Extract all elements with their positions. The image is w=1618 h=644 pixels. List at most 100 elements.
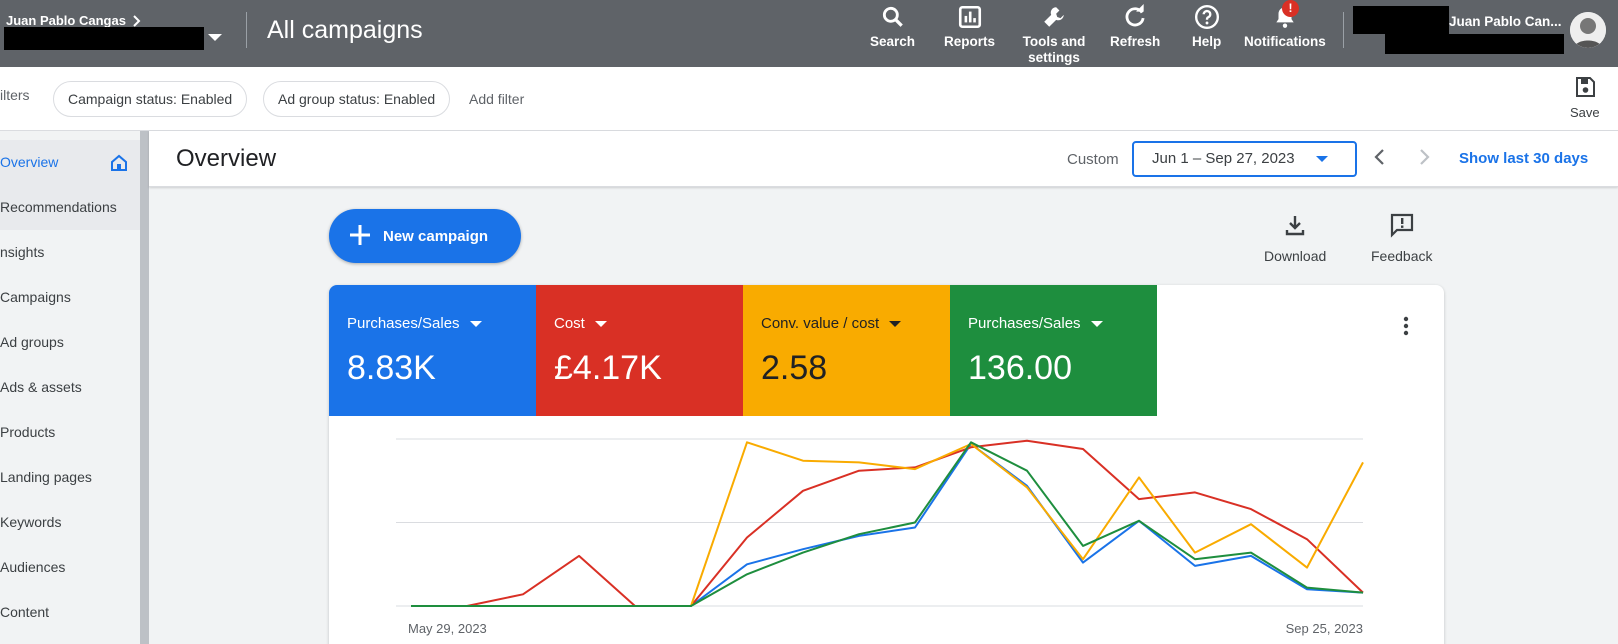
nav-reports-button[interactable]: Reports — [944, 4, 995, 50]
avatar[interactable] — [1570, 12, 1606, 48]
nav-help-button[interactable]: Help — [1192, 4, 1221, 50]
sidebar-item-audiences[interactable]: Audiences — [0, 545, 140, 590]
date-range-value: Jun 1 – Sep 27, 2023 — [1152, 150, 1295, 167]
caret-down-icon — [594, 320, 607, 327]
nav-refresh-button[interactable]: Refresh — [1110, 4, 1160, 50]
metric-selector[interactable]: Purchases/Sales — [347, 315, 482, 332]
nav-tools-button[interactable]: Tools and settings — [1019, 4, 1089, 66]
metric-value: 136.00 — [968, 349, 1072, 387]
redacted-account-id — [4, 27, 204, 50]
redacted-user-info — [1385, 34, 1564, 54]
chevron-right-icon — [133, 14, 141, 27]
notification-badge: ! — [1282, 0, 1299, 17]
sidebar: Overview Recommendations nsights Campaig… — [0, 131, 140, 644]
chevron-down-icon — [1316, 156, 1328, 162]
redacted-user-info — [1353, 6, 1449, 34]
feedback-icon — [1390, 213, 1413, 238]
nav-help-label: Help — [1192, 34, 1222, 49]
page-heading: All campaigns — [267, 16, 423, 44]
date-range-select[interactable]: Jun 1 – Sep 27, 2023 — [1132, 141, 1357, 177]
nav-reports-label: Reports — [944, 34, 996, 49]
sidebar-item-keywords[interactable]: Keywords — [0, 500, 140, 545]
sidebar-item-ads-assets[interactable]: Ads & assets — [0, 365, 140, 410]
avatar-image — [1570, 12, 1606, 48]
metric-tile-purchases[interactable]: Purchases/Sales 8.83K — [329, 285, 536, 416]
filter-chip-campaign-status[interactable]: Campaign status: Enabled — [53, 81, 248, 117]
divider — [246, 12, 247, 48]
metric-value: 8.83K — [347, 349, 436, 387]
wrench-icon — [1044, 7, 1064, 27]
search-icon — [882, 6, 903, 27]
nav-refresh-label: Refresh — [1110, 34, 1161, 49]
reports-icon — [958, 5, 981, 29]
feedback-button[interactable]: Feedback — [1371, 212, 1432, 264]
metric-tile-purchases-2[interactable]: Purchases/Sales 136.00 — [950, 285, 1157, 416]
nav-tools-label: Tools and settings — [1022, 34, 1086, 65]
sidebar-item-ad-groups[interactable]: Ad groups — [0, 320, 140, 365]
sidebar-item-overview[interactable]: Overview — [0, 140, 140, 185]
download-label: Download — [1264, 248, 1327, 264]
chevron-right-icon[interactable] — [1412, 145, 1436, 169]
filters-label: ilters — [0, 87, 30, 103]
metric-selector[interactable]: Cost — [554, 315, 607, 332]
add-filter-button[interactable]: Add filter — [469, 91, 524, 107]
metric-label: Cost — [554, 315, 585, 332]
sidebar-item-products[interactable]: Products — [0, 410, 140, 455]
page-title: Overview — [176, 145, 277, 172]
sidebar-resize-handle[interactable] — [140, 131, 149, 644]
metric-tile-conv-value-cost[interactable]: Conv. value / cost 2.58 — [743, 285, 950, 416]
new-campaign-label: New campaign — [383, 228, 489, 245]
filter-chip-ad-group-status[interactable]: Ad group status: Enabled — [263, 81, 451, 117]
metric-selector[interactable]: Purchases/Sales — [968, 315, 1103, 332]
more-options-icon[interactable] — [1403, 315, 1409, 337]
account-dropdown-icon[interactable] — [208, 34, 222, 41]
metric-tile-cost[interactable]: Cost £4.17K — [536, 285, 743, 416]
line-chart-svg: May 29, 2023 Sep 25, 2023 — [396, 438, 1364, 636]
plus-icon — [350, 225, 370, 245]
user-name[interactable]: Juan Pablo Can... — [1449, 14, 1562, 29]
home-icon — [111, 154, 127, 171]
sidebar-item-insights[interactable]: nsights — [0, 230, 140, 275]
show-last-30-days-link[interactable]: Show last 30 days — [1459, 150, 1588, 167]
caret-down-icon — [469, 320, 482, 327]
sidebar-item-landing-pages[interactable]: Landing pages — [0, 455, 140, 500]
nav-search-label: Search — [870, 34, 916, 49]
new-campaign-button[interactable]: New campaign — [329, 209, 521, 263]
caret-down-icon — [1090, 320, 1103, 327]
nav-search-button[interactable]: Search — [870, 4, 915, 50]
metric-value: 2.58 — [761, 349, 828, 387]
metric-value: £4.17K — [554, 349, 662, 387]
sidebar-item-label: Overview — [0, 154, 59, 170]
account-name-label[interactable]: Juan Pablo Cangas — [6, 13, 126, 28]
metric-label: Conv. value / cost — [761, 315, 880, 332]
x-axis-label-end: Sep 25, 2023 — [1286, 621, 1363, 636]
sidebar-item-recommendations[interactable]: Recommendations — [0, 185, 140, 230]
top-bar: Juan Pablo Cangas All campaigns Search R… — [0, 0, 1618, 67]
overview-header: Overview Custom Jun 1 – Sep 27, 2023 Sho… — [149, 131, 1618, 187]
date-range-type-label: Custom — [1067, 151, 1119, 168]
download-button[interactable]: Download — [1264, 212, 1326, 264]
series-line-3 — [411, 441, 1364, 607]
feedback-label: Feedback — [1371, 248, 1433, 264]
performance-card: Purchases/Sales 8.83K Cost £4.17K Conv. … — [329, 285, 1444, 644]
sidebar-item-content[interactable]: Content — [0, 590, 140, 635]
metric-label: Purchases/Sales — [347, 315, 460, 332]
metric-label: Purchases/Sales — [968, 315, 1081, 332]
metric-selector[interactable]: Conv. value / cost — [761, 315, 902, 332]
account-name[interactable]: Juan Pablo Cangas — [6, 13, 142, 28]
help-icon — [1194, 4, 1219, 30]
nav-notifications-label: Notifications — [1244, 34, 1326, 49]
caret-down-icon — [889, 320, 902, 327]
save-button[interactable]: Save — [1570, 75, 1600, 120]
save-label: Save — [1570, 105, 1600, 120]
sidebar-item-campaigns[interactable]: Campaigns — [0, 275, 140, 320]
divider — [1343, 12, 1344, 48]
download-icon — [1285, 216, 1305, 236]
line-chart: May 29, 2023 Sep 25, 2023 — [329, 416, 1444, 644]
x-axis-label-start: May 29, 2023 — [408, 621, 487, 636]
refresh-icon — [1125, 4, 1145, 27]
series-line-4 — [411, 441, 1364, 607]
filter-bar: ilters Campaign status: Enabled Ad group… — [0, 67, 1618, 131]
chevron-left-icon[interactable] — [1368, 145, 1392, 169]
save-icon — [1575, 77, 1595, 97]
